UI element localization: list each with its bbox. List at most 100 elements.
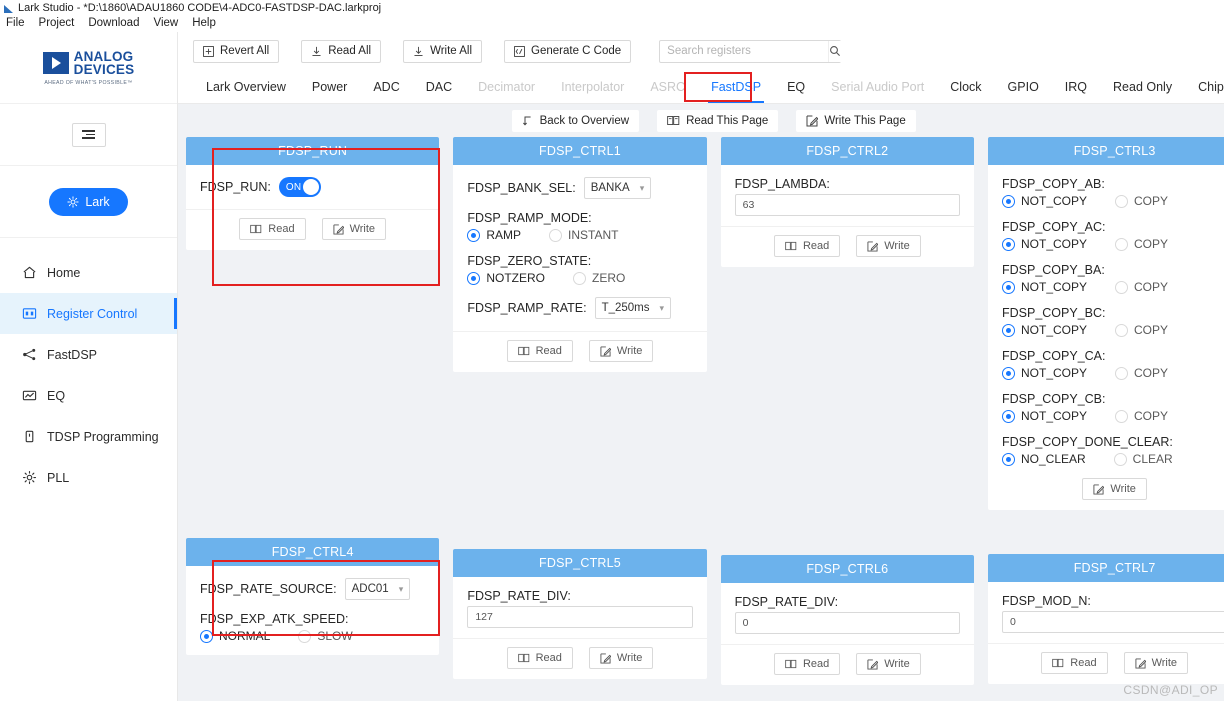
fdsp-mod-n-input[interactable]: 0 — [1001, 611, 1224, 633]
radio-not-copy-ca[interactable]: NOT_COPY — [1001, 366, 1087, 380]
fdsp-rate-source-select[interactable]: ADC01 ▾ — [344, 578, 411, 600]
write-button-fdsp-ctrl2[interactable]: Write — [856, 235, 921, 257]
radio-copy-bc[interactable]: COPY — [1115, 323, 1168, 337]
radio-dot — [1115, 323, 1128, 337]
tab-clock[interactable]: Clock — [937, 70, 994, 103]
sidebar-item-register-control[interactable]: Register Control — [0, 293, 177, 334]
chevron-down-icon: ▾ — [639, 182, 645, 193]
radio-not-copy-ac[interactable]: NOT_COPY — [1001, 237, 1087, 251]
card-fdsp-ctrl6: FDSP_CTRL6 FDSP_RATE_DIV: 0 Read Write — [720, 555, 974, 685]
tab-eq[interactable]: EQ — [774, 70, 818, 103]
fdsp-bank-sel-select[interactable]: BANKA ▾ — [583, 177, 652, 199]
read-all-button[interactable]: Read All — [301, 39, 382, 63]
tab-read-only[interactable]: Read Only — [1100, 70, 1185, 103]
write-button-fdsp-run[interactable]: Write — [321, 218, 387, 240]
radio-slow[interactable]: SLOW — [298, 629, 353, 643]
brand-name-line2: DEVICES — [73, 62, 135, 77]
radio-label-not-copy-bc: NOT_COPY — [1020, 323, 1087, 337]
write-button-fdsp-ctrl7[interactable]: Write — [1123, 652, 1189, 674]
radio-copy-cb[interactable]: COPY — [1115, 409, 1168, 423]
tab-power[interactable]: Power — [299, 70, 360, 103]
fdsp-copy-ba-label: FDSP_COPY_BA: — [1001, 263, 1105, 277]
read-button-fdsp-ctrl2[interactable]: Read — [773, 235, 841, 257]
radio-label-copy-ab: COPY — [1134, 194, 1169, 208]
tab-dac[interactable]: DAC — [413, 70, 465, 103]
write-label: Write — [616, 652, 643, 664]
radio-copy-ac[interactable]: COPY — [1115, 237, 1168, 251]
menu-item-project[interactable]: Project — [39, 17, 75, 29]
radio-ramp[interactable]: RAMP — [467, 228, 521, 242]
radio-dot — [1001, 280, 1015, 294]
read-this-page-button[interactable]: Read This Page — [657, 109, 779, 132]
read-button-fdsp-run[interactable]: Read — [239, 218, 306, 240]
fdsp-run-toggle[interactable]: ON — [278, 177, 321, 197]
watermark: CSDN@ADI_OP — [1123, 683, 1218, 697]
fdsp-copy-ab-label: FDSP_COPY_AB: — [1001, 177, 1105, 191]
tab-fastdsp[interactable]: FastDSP — [698, 70, 774, 103]
radio-not-copy-bc[interactable]: NOT_COPY — [1001, 323, 1087, 337]
sidebar-item-pll[interactable]: PLL — [0, 457, 177, 498]
fdsp-ramp-rate-select[interactable]: T_250ms ▾ — [594, 297, 672, 319]
revert-all-button[interactable]: Revert All — [193, 39, 280, 63]
menu-item-download[interactable]: Download — [88, 17, 139, 29]
radio-normal[interactable]: NORMAL — [200, 629, 270, 643]
sidebar-nav: Home Register Control FastDSP EQ TDSP Pr… — [0, 238, 177, 498]
sidebar-item-home[interactable]: Home — [0, 252, 177, 293]
radio-not-copy-ab[interactable]: NOT_COPY — [1001, 194, 1087, 208]
sidebar-item-tdsp-programming[interactable]: TDSP Programming — [0, 416, 177, 457]
book-icon — [517, 653, 529, 663]
fdsp-rate-div-label-5: FDSP_RATE_DIV: — [467, 589, 571, 603]
search-input[interactable] — [660, 40, 829, 62]
card-title-fdsp-ctrl4: FDSP_CTRL4 — [186, 538, 440, 566]
sidebar-item-label-pll: PLL — [47, 470, 70, 485]
radio-not-copy-ba[interactable]: NOT_COPY — [1001, 280, 1087, 294]
sidebar-item-eq[interactable]: EQ — [0, 375, 177, 416]
radio-notzero[interactable]: NOTZERO — [467, 271, 545, 285]
card-title-fdsp-ctrl7: FDSP_CTRL7 — [987, 554, 1224, 582]
fdsp-zero-state-label: FDSP_ZERO_STATE: — [467, 254, 592, 268]
fdsp-rate-div-input-5[interactable]: 127 — [467, 606, 693, 628]
menu-item-view[interactable]: View — [153, 17, 178, 29]
sidebar-item-fastdsp[interactable]: FastDSP — [0, 334, 177, 375]
tab-lark-overview[interactable]: Lark Overview — [193, 70, 299, 103]
fdsp-lambda-input[interactable]: 63 — [734, 194, 960, 216]
write-this-page-button[interactable]: Write This Page — [796, 109, 916, 132]
read-button-fdsp-ctrl6[interactable]: Read — [773, 653, 841, 675]
tab-irq[interactable]: IRQ — [1052, 70, 1100, 103]
radio-dot — [1115, 194, 1128, 208]
edit-icon — [867, 658, 879, 670]
radio-no-clear[interactable]: NO_CLEAR — [1001, 452, 1086, 466]
radio-instant[interactable]: INSTANT — [549, 228, 618, 242]
device-lark-button[interactable]: Lark — [49, 187, 128, 216]
read-button-fdsp-ctrl1[interactable]: Read — [506, 340, 573, 362]
write-button-fdsp-ctrl6[interactable]: Write — [856, 653, 921, 675]
tab-gpio[interactable]: GPIO — [995, 70, 1052, 103]
tab-adc[interactable]: ADC — [360, 70, 412, 103]
radio-clear[interactable]: CLEAR — [1113, 452, 1173, 466]
back-to-overview-button[interactable]: Back to Overview — [511, 109, 640, 132]
read-button-fdsp-ctrl5[interactable]: Read — [506, 647, 573, 669]
search-button[interactable] — [828, 40, 842, 62]
fdsp-rate-div-input-6[interactable]: 0 — [734, 612, 960, 634]
write-all-button[interactable]: Write All — [403, 39, 483, 63]
tab-chipid[interactable]: ChipID — [1185, 70, 1224, 103]
generate-c-code-button[interactable]: Generate C Code — [504, 39, 632, 63]
write-button-fdsp-ctrl3[interactable]: Write — [1082, 478, 1147, 500]
write-label: Write — [349, 223, 376, 235]
sidebar-collapse-button[interactable] — [71, 122, 106, 147]
write-button-fdsp-ctrl1[interactable]: Write — [588, 340, 654, 362]
radio-not-copy-cb[interactable]: NOT_COPY — [1001, 409, 1087, 423]
radio-zero[interactable]: ZERO — [573, 271, 625, 285]
radio-copy-ca[interactable]: COPY — [1115, 366, 1168, 380]
radio-copy-ab[interactable]: COPY — [1115, 194, 1168, 208]
radio-copy-ba[interactable]: COPY — [1115, 280, 1168, 294]
card-fdsp-ctrl7: FDSP_CTRL7 FDSP_MOD_N: 0 Read Write — [987, 554, 1224, 684]
menu-item-help[interactable]: Help — [192, 17, 216, 29]
radio-label-zero: ZERO — [592, 271, 626, 285]
radio-dot — [467, 271, 481, 285]
fdsp-exp-atk-label: FDSP_EXP_ATK_SPEED: — [200, 612, 349, 626]
menu-item-file[interactable]: File — [6, 17, 25, 29]
read-button-fdsp-ctrl7[interactable]: Read — [1041, 652, 1108, 674]
write-button-fdsp-ctrl5[interactable]: Write — [588, 647, 654, 669]
card-fdsp-run: FDSP_RUN FDSP_RUN: ON Read Write — [186, 137, 440, 250]
